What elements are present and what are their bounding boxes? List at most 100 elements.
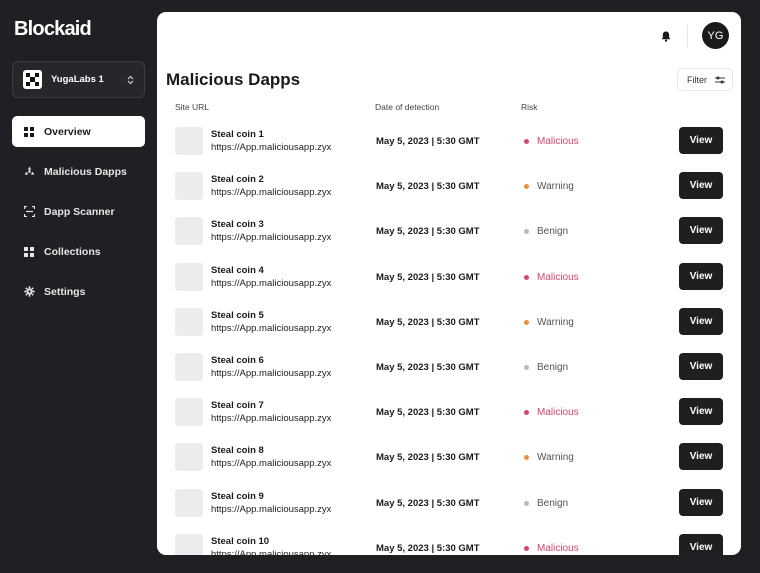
risk-status: Malicious: [524, 272, 579, 283]
risk-label: Benign: [537, 226, 569, 238]
sidebar-item-label: Collections: [44, 245, 101, 258]
filter-label: Filter: [687, 74, 707, 85]
table-row[interactable]: Steal coin 1 https://App.maliciousapp.zyx…: [157, 122, 741, 167]
risk-label: Warning: [537, 452, 574, 464]
dapp-url: https://App.maliciousapp.zyx: [211, 232, 332, 244]
detection-date: May 5, 2023 | 5:30 GMT: [376, 226, 480, 238]
org-switcher[interactable]: YugaLabs 1: [12, 61, 145, 98]
dapp-url: https://App.maliciousapp.zyx: [211, 413, 332, 425]
dapp-url: https://App.maliciousapp.zyx: [211, 503, 332, 515]
table-row[interactable]: Steal coin 2 https://App.maliciousapp.zyx…: [157, 167, 741, 212]
header-divider: [687, 25, 688, 47]
risk-status: Benign: [524, 498, 568, 509]
risk-status: Malicious: [524, 407, 579, 418]
dapp-thumbnail: [175, 127, 203, 155]
view-button[interactable]: View: [679, 352, 723, 380]
view-button[interactable]: View: [679, 443, 723, 471]
risk-label: Warning: [537, 181, 574, 193]
app-logo[interactable]: Blockaid: [14, 18, 92, 41]
dapp-name: Steal coin 4: [211, 264, 264, 276]
sidebar-item-label: Settings: [44, 285, 86, 298]
sidebar-item-label: Dapp Scanner: [44, 205, 115, 218]
risk-dot-icon: [524, 319, 529, 325]
detection-date: May 5, 2023 | 5:30 GMT: [376, 452, 480, 464]
column-header-date: Date of detection: [375, 102, 440, 112]
table-row[interactable]: Steal coin 9 https://App.maliciousapp.zyx…: [157, 484, 741, 529]
dapps-table: Steal coin 1 https://App.maliciousapp.zyx…: [157, 122, 741, 555]
view-button[interactable]: View: [679, 533, 723, 555]
detection-date: May 5, 2023 | 5:30 GMT: [376, 497, 480, 509]
table-row[interactable]: Steal coin 8 https://App.maliciousapp.zyx…: [157, 438, 741, 483]
risk-label: Malicious: [537, 542, 579, 554]
dapp-name: Steal coin 6: [211, 354, 264, 366]
risk-dot-icon: [524, 455, 529, 461]
risk-label: Malicious: [537, 271, 579, 283]
risk-dot-icon: [524, 229, 529, 235]
dapp-thumbnail: [175, 217, 203, 246]
view-button[interactable]: View: [679, 262, 723, 290]
dapp-url: https://App.maliciousapp.zyx: [211, 367, 332, 379]
org-logo-icon: [23, 70, 42, 89]
sidebar-item-malicious-dapps[interactable]: Malicious Dapps: [12, 156, 145, 187]
risk-label: Benign: [537, 361, 569, 373]
bell-icon[interactable]: [658, 28, 674, 44]
risk-status: Warning: [524, 317, 574, 328]
detection-date: May 5, 2023 | 5:30 GMT: [376, 136, 480, 147]
sidebar: Blockaid YugaLabs 1 Overview Malicious D…: [0, 0, 157, 573]
view-button[interactable]: View: [679, 217, 723, 245]
chevron-up-down-icon: [127, 75, 134, 85]
dapp-thumbnail: [175, 262, 203, 291]
dapp-thumbnail: [175, 352, 203, 381]
table-row[interactable]: Steal coin 4 https://App.maliciousapp.zyx…: [157, 258, 741, 303]
dapp-name: Steal coin 10: [211, 535, 270, 547]
view-button[interactable]: View: [679, 127, 723, 154]
detection-date: May 5, 2023 | 5:30 GMT: [376, 316, 480, 328]
gear-icon: [23, 286, 35, 298]
dapp-url: https://App.maliciousapp.zyx: [211, 277, 332, 289]
view-button[interactable]: View: [679, 307, 723, 335]
dapp-name: Steal coin 1: [211, 129, 264, 140]
risk-label: Warning: [537, 316, 574, 328]
dapp-url: https://App.maliciousapp.zyx: [211, 548, 332, 555]
org-name: YugaLabs 1: [51, 74, 104, 85]
main-panel: YG Malicious Dapps Filter Site URL Date …: [157, 12, 741, 555]
table-row[interactable]: Steal coin 5 https://App.maliciousapp.zyx…: [157, 303, 741, 348]
risk-dot-icon: [524, 274, 529, 280]
dapp-name: Steal coin 3: [211, 219, 264, 231]
risk-label: Benign: [537, 497, 569, 509]
view-button[interactable]: View: [679, 172, 723, 200]
table-row[interactable]: Steal coin 10 https://App.maliciousapp.zy…: [157, 529, 741, 555]
sidebar-item-dapp-scanner[interactable]: Dapp Scanner: [12, 196, 145, 227]
hazard-icon: [23, 166, 35, 178]
sidebar-item-overview[interactable]: Overview: [12, 116, 145, 147]
dapp-thumbnail: [175, 398, 203, 427]
collections-icon: [23, 246, 35, 258]
sidebar-item-collections[interactable]: Collections: [12, 236, 145, 267]
detection-date: May 5, 2023 | 5:30 GMT: [376, 181, 480, 193]
dapp-name: Steal coin 2: [211, 174, 264, 186]
risk-dot-icon: [524, 545, 529, 551]
risk-dot-icon: [524, 139, 529, 144]
view-button[interactable]: View: [679, 398, 723, 426]
risk-status: Warning: [524, 181, 574, 192]
grid-icon: [23, 126, 35, 138]
avatar[interactable]: YG: [702, 22, 729, 49]
detection-date: May 5, 2023 | 5:30 GMT: [376, 542, 480, 554]
sliders-icon: [715, 76, 725, 84]
risk-label: Malicious: [537, 407, 579, 419]
table-row[interactable]: Steal coin 3 https://App.maliciousapp.zyx…: [157, 212, 741, 257]
filter-button[interactable]: Filter: [677, 68, 733, 91]
risk-status: Warning: [524, 452, 574, 463]
dapp-name: Steal coin 5: [211, 309, 264, 321]
dapp-url: https://App.maliciousapp.zyx: [211, 322, 332, 334]
sidebar-item-settings[interactable]: Settings: [12, 276, 145, 307]
dapp-url: https://App.maliciousapp.zyx: [211, 142, 332, 153]
table-row[interactable]: Steal coin 7 https://App.maliciousapp.zyx…: [157, 393, 741, 438]
dapp-thumbnail: [175, 307, 203, 336]
dapp-thumbnail: [175, 172, 203, 201]
sidebar-item-label: Overview: [44, 125, 91, 138]
risk-dot-icon: [524, 410, 529, 416]
table-row[interactable]: Steal coin 6 https://App.maliciousapp.zyx…: [157, 348, 741, 393]
dapp-url: https://App.maliciousapp.zyx: [211, 187, 332, 199]
view-button[interactable]: View: [679, 488, 723, 516]
